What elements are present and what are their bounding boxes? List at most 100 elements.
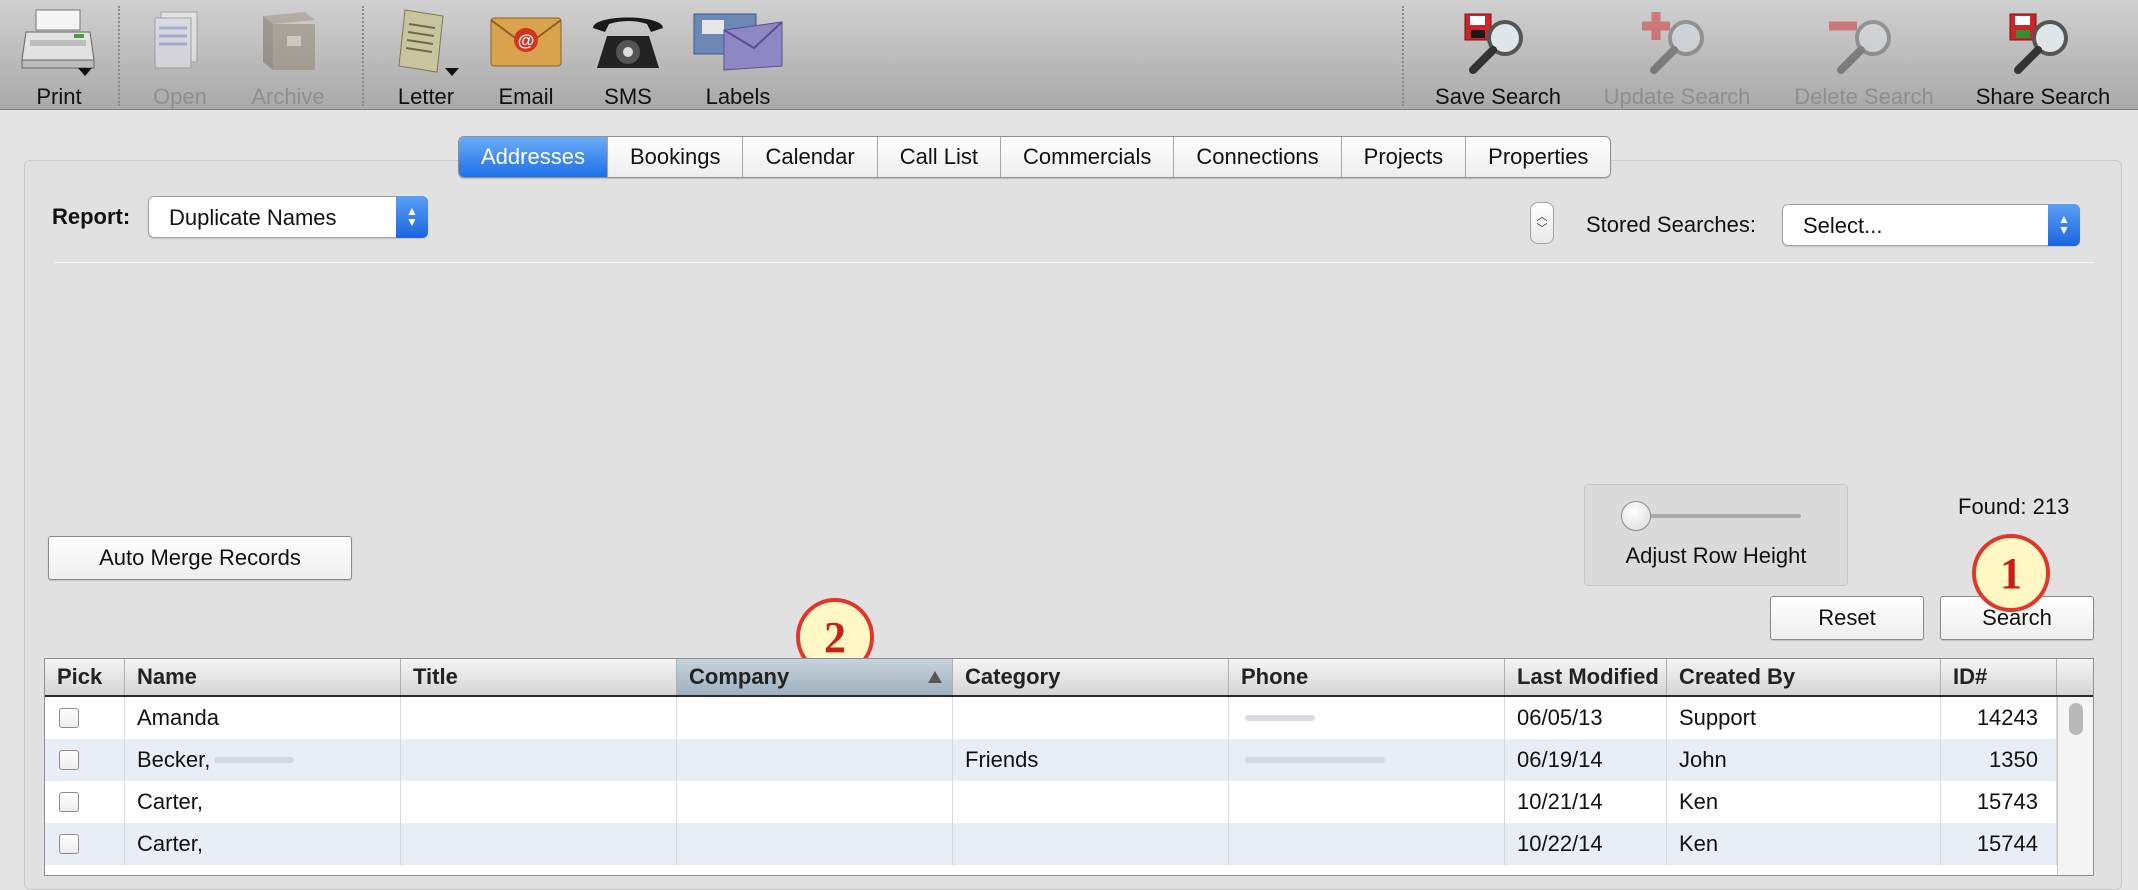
toolbar-separator [1402,6,1404,106]
share-search-button[interactable]: Share Search [1968,6,2118,109]
cell-phone [1229,697,1505,739]
table-row[interactable]: Becker, Friends 06/19/14 John 1350 [45,739,2057,781]
scrollbar-thumb[interactable] [2069,703,2083,735]
tab-addresses[interactable]: Addresses [459,137,608,177]
scrollbar-corner [2057,659,2093,695]
report-select-value: Duplicate Names [169,205,337,230]
print-button[interactable]: Print [18,6,100,109]
archive-button[interactable]: Archive [240,6,336,109]
stored-search-stepper[interactable]: ︿ ﹀ [1530,202,1554,244]
email-button[interactable]: @ Email [486,6,566,109]
cell-id: 14243 [1941,697,2057,739]
toolbar-separator [362,6,364,106]
cell-created-by: Support [1667,697,1941,739]
row-height-slider-group: Adjust Row Height [1584,484,1848,586]
pick-checkbox[interactable] [59,750,79,770]
redacted-name [214,757,295,763]
redacted-phone [1245,715,1315,721]
tab-projects[interactable]: Projects [1342,137,1467,177]
row-height-slider-knob[interactable] [1621,501,1651,531]
cell-phone [1229,739,1505,781]
cell-phone [1229,823,1505,865]
cell-last-modified: 10/22/14 [1505,823,1667,865]
chevron-updown-icon: ▲ ▼ [396,196,428,238]
email-envelope-icon: @ [487,6,565,76]
column-header-created-by[interactable]: Created By [1667,659,1941,695]
cell-created-by: Ken [1667,781,1941,823]
table-row[interactable]: Amanda 06/05/13 Support 14243 [45,697,2057,739]
cell-company [677,739,953,781]
labels-envelopes-icon [690,6,786,76]
column-header-title[interactable]: Title [401,659,677,695]
module-tabs: Addresses Bookings Calendar Call List Co… [458,136,1612,178]
cell-name: Carter, [125,823,401,865]
cell-last-modified: 06/19/14 [1505,739,1667,781]
letter-button[interactable]: Letter [386,6,466,109]
callout-badge-1: 1 [1972,534,2050,612]
cell-created-by: Ken [1667,823,1941,865]
column-header-pick[interactable]: Pick [45,659,125,695]
sort-ascending-icon [928,671,942,683]
share-search-icon [2004,6,2082,76]
cell-title [401,781,677,823]
cell-company [677,697,953,739]
letter-icon [387,6,465,76]
table-vertical-scrollbar[interactable] [2057,697,2093,875]
cell-id: 15743 [1941,781,2057,823]
pick-checkbox[interactable] [59,834,79,854]
tab-bookings[interactable]: Bookings [608,137,744,177]
chevron-up-icon: ︿ [1536,211,1548,223]
column-header-name[interactable]: Name [125,659,401,695]
cell-company [677,781,953,823]
save-search-button[interactable]: Save Search [1430,6,1566,109]
cell-category: Friends [953,739,1229,781]
cell-title [401,739,677,781]
delete-search-button[interactable]: Delete Search [1788,6,1940,109]
sms-button[interactable]: SMS [588,6,668,109]
update-search-button[interactable]: Update Search [1596,6,1758,109]
delete-search-icon [1825,6,1903,76]
tab-commercials[interactable]: Commercials [1001,137,1175,177]
tab-connections[interactable]: Connections [1174,137,1342,177]
labels-button[interactable]: Labels [688,6,788,109]
cell-phone [1229,781,1505,823]
column-header-last-modified[interactable]: Last Modified [1505,659,1667,695]
table-row[interactable]: Carter, 10/22/14 Ken 15744 [45,823,2057,865]
column-header-phone[interactable]: Phone [1229,659,1505,695]
report-select[interactable]: Duplicate Names ▲ ▼ [148,196,428,238]
column-header-company[interactable]: Company [677,659,953,695]
reset-button[interactable]: Reset [1770,596,1924,640]
pick-checkbox[interactable] [59,708,79,728]
cell-name: Becker, [125,739,401,781]
svg-text:@: @ [518,31,535,50]
chevron-updown-icon: ▲ ▼ [2048,204,2080,246]
cell-category [953,781,1229,823]
telephone-icon [589,6,667,76]
divider [54,262,2094,263]
open-button[interactable]: Open [140,6,220,109]
stored-searches-label: Stored Searches: [1586,212,1756,237]
tab-properties[interactable]: Properties [1466,137,1610,177]
auto-merge-records-button[interactable]: Auto Merge Records [48,536,352,580]
cell-title [401,697,677,739]
report-label: Report: [52,204,131,229]
cell-last-modified: 10/21/14 [1505,781,1667,823]
cell-category [953,823,1229,865]
save-search-icon [1459,6,1537,76]
tab-call-list[interactable]: Call List [878,137,1001,177]
tab-calendar[interactable]: Calendar [743,137,878,177]
results-table: Pick Name Title Company Category Phone L… [44,658,2094,876]
adjust-row-height-label: Adjust Row Height [1625,543,1807,568]
cell-created-by: John [1667,739,1941,781]
open-document-icon [141,6,219,76]
archive-box-icon [249,6,327,76]
pick-checkbox[interactable] [59,792,79,812]
table-row[interactable]: Carter, 10/21/14 Ken 15743 [45,781,2057,823]
table-header: Pick Name Title Company Category Phone L… [45,659,2093,697]
cell-category [953,697,1229,739]
cell-name-text: Becker, [137,747,211,772]
column-header-id[interactable]: ID# [1941,659,2057,695]
cell-last-modified: 06/05/13 [1505,697,1667,739]
column-header-category[interactable]: Category [953,659,1229,695]
stored-searches-select[interactable]: Select... ▲ ▼ [1782,204,2080,246]
